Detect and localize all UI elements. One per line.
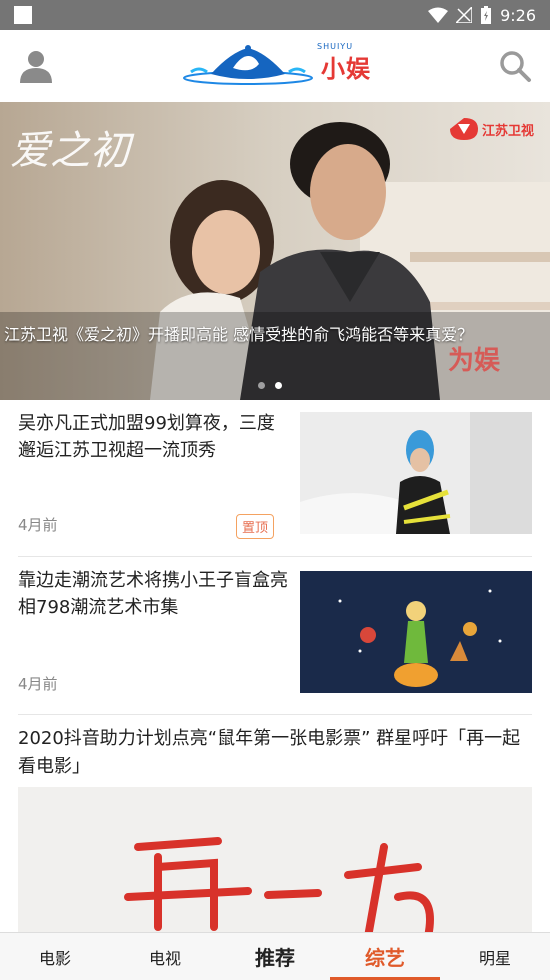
news-thumbnail-image xyxy=(300,571,532,693)
banner-caption: 江苏卫视《爱之初》开播即高能 感情受挫的俞飞鸿能否等来真爱？ xyxy=(4,325,474,344)
signal-icon xyxy=(456,7,473,23)
clock: 9:26 xyxy=(500,5,536,25)
news-item[interactable]: 2020抖音助力计划点亮“鼠年第一张电影票” 群星呼吁「再一起看电影」 xyxy=(18,715,532,940)
tab-variety[interactable]: 综艺 xyxy=(330,933,440,980)
channel-logo-icon xyxy=(449,118,478,140)
pinned-badge: 置顶 xyxy=(236,514,275,539)
news-item[interactable]: 靠边走潮流艺术将携小王子盲盒亮相798潮流艺术市集 4月前 xyxy=(18,557,532,715)
tab-recommended[interactable]: 推荐 xyxy=(220,933,330,980)
news-time: 4月前 xyxy=(18,516,58,534)
banner-title-art: 爱之初 xyxy=(10,128,130,174)
status-bar: 9:26 xyxy=(0,0,550,30)
news-item[interactable]: 吴亦凡正式加盟99划算夜，三度邂逅江苏卫视超一流顶秀 4月前 置顶 xyxy=(18,400,532,557)
user-icon[interactable] xyxy=(18,48,54,84)
wifi-icon xyxy=(428,7,449,23)
tab-movies[interactable]: 电影 xyxy=(0,933,110,980)
notification-icon xyxy=(14,6,32,24)
news-title: 靠边走潮流艺术将携小王子盲盒亮相798潮流艺术市集 xyxy=(18,570,288,618)
logo-subtitle: SHUIYU xyxy=(317,42,354,51)
tab-tv[interactable]: 电视 xyxy=(110,933,220,980)
carousel-indicator xyxy=(258,382,282,389)
app-screen: 9:26 SHUIYU 小娱 爱之初 江苏卫视 为娱 江苏卫视《爱之初》开播即高… xyxy=(0,0,550,980)
calligraphy-image xyxy=(18,787,532,937)
news-title: 2020抖音助力计划点亮“鼠年第一张电影票” 群星呼吁「再一起看电影」 xyxy=(18,728,521,777)
search-icon[interactable] xyxy=(498,49,532,83)
news-thumbnail-image xyxy=(300,412,532,534)
bottom-tab-bar: 电影 电视 推荐 综艺 明星 xyxy=(0,932,550,980)
tab-celebrities[interactable]: 明星 xyxy=(440,933,550,980)
splash-logo-icon xyxy=(183,45,313,85)
battery-icon xyxy=(481,6,492,24)
app-logo: SHUIYU 小娱 xyxy=(181,42,371,88)
news-title: 吴亦凡正式加盟99划算夜，三度邂逅江苏卫视超一流顶秀 xyxy=(18,413,275,461)
app-header: SHUIYU 小娱 xyxy=(0,30,550,102)
news-thumbnail xyxy=(300,412,532,534)
channel-badge: 江苏卫视 xyxy=(449,118,534,140)
carousel-dot-active[interactable] xyxy=(275,382,282,389)
logo-text: 小娱 xyxy=(321,53,371,83)
channel-name: 江苏卫视 xyxy=(481,123,534,139)
carousel-dot[interactable] xyxy=(258,382,265,389)
news-wide-image xyxy=(18,787,532,937)
featured-banner[interactable]: 爱之初 江苏卫视 为娱 江苏卫视《爱之初》开播即高能 感情受挫的俞飞鸿能否等来真… xyxy=(0,102,550,400)
news-thumbnail xyxy=(300,571,532,693)
news-time: 4月前 xyxy=(18,675,58,693)
